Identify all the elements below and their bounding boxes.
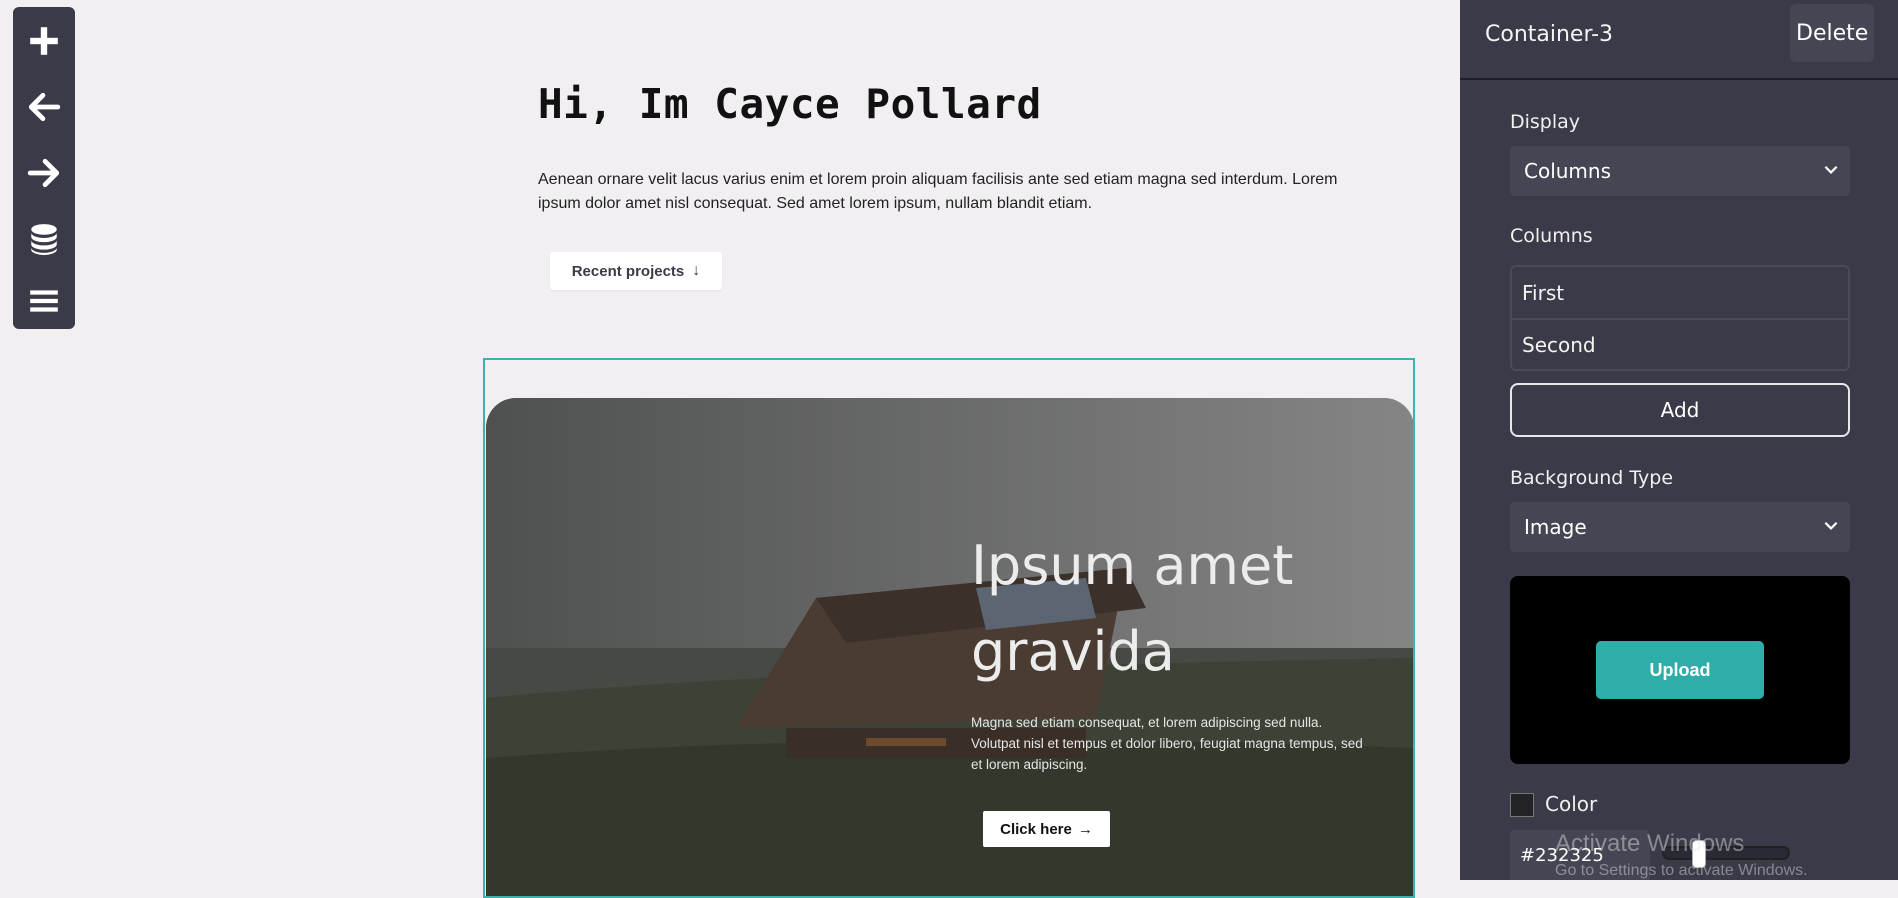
panel-title: Container-3 bbox=[1485, 22, 1614, 47]
background-type-value: Image bbox=[1524, 515, 1587, 539]
color-label: Color bbox=[1545, 792, 1598, 816]
arrow-left-icon bbox=[28, 92, 61, 122]
plus-icon bbox=[30, 27, 58, 55]
database-icon bbox=[31, 224, 57, 255]
menu-icon bbox=[30, 290, 58, 312]
undo-button[interactable] bbox=[13, 77, 75, 137]
activate-windows-subtext: Go to Settings to activate Windows. bbox=[1555, 862, 1808, 879]
redo-button[interactable] bbox=[13, 143, 75, 203]
recent-projects-button[interactable]: Recent projects ↓ bbox=[550, 252, 722, 290]
click-here-button[interactable]: Click here → bbox=[983, 811, 1110, 847]
arrow-down-icon: ↓ bbox=[692, 262, 701, 279]
activate-windows-watermark: Activate Windows bbox=[1555, 830, 1745, 857]
chevron-down-icon bbox=[1824, 521, 1838, 530]
display-select-value: Columns bbox=[1524, 159, 1612, 183]
background-type-select[interactable]: Image bbox=[1510, 502, 1850, 552]
column-item-first[interactable]: First bbox=[1512, 267, 1848, 318]
add-element-button[interactable] bbox=[13, 11, 75, 71]
background-type-label: Background Type bbox=[1510, 467, 1674, 489]
arrow-right-small-icon: → bbox=[1077, 820, 1093, 838]
delete-button[interactable]: Delete bbox=[1790, 4, 1874, 62]
database-button[interactable] bbox=[13, 209, 75, 269]
menu-button[interactable] bbox=[13, 271, 75, 331]
panel-header: Container-3 Delete bbox=[1460, 0, 1898, 80]
display-select[interactable]: Columns bbox=[1510, 146, 1850, 196]
columns-list: First Second bbox=[1510, 265, 1850, 371]
card-paragraph: Magna sed etiam consequat, et lorem adip… bbox=[971, 715, 1363, 772]
recent-projects-label: Recent projects bbox=[571, 262, 685, 280]
color-checkbox[interactable] bbox=[1510, 793, 1534, 817]
column-item-second[interactable]: Second bbox=[1512, 318, 1848, 369]
add-column-button[interactable]: Add bbox=[1510, 383, 1850, 437]
card-title: Ipsum amet gravida bbox=[971, 534, 1294, 683]
editor-toolbar bbox=[13, 7, 75, 329]
arrow-right-icon bbox=[27, 158, 60, 188]
display-label: Display bbox=[1510, 111, 1581, 133]
click-here-label: Click here bbox=[1000, 820, 1072, 838]
upload-button[interactable]: Upload bbox=[1596, 641, 1764, 699]
page-title: Hi, Im Cayce Pollard bbox=[538, 80, 1042, 128]
intro-paragraph: Aenean ornare velit lacus varius enim et… bbox=[538, 171, 1338, 212]
columns-label: Columns bbox=[1510, 225, 1593, 247]
properties-panel: Container-3 Delete Display Columns Colum… bbox=[1460, 0, 1898, 880]
chevron-down-icon bbox=[1824, 165, 1838, 174]
image-preview: Upload bbox=[1510, 576, 1850, 764]
